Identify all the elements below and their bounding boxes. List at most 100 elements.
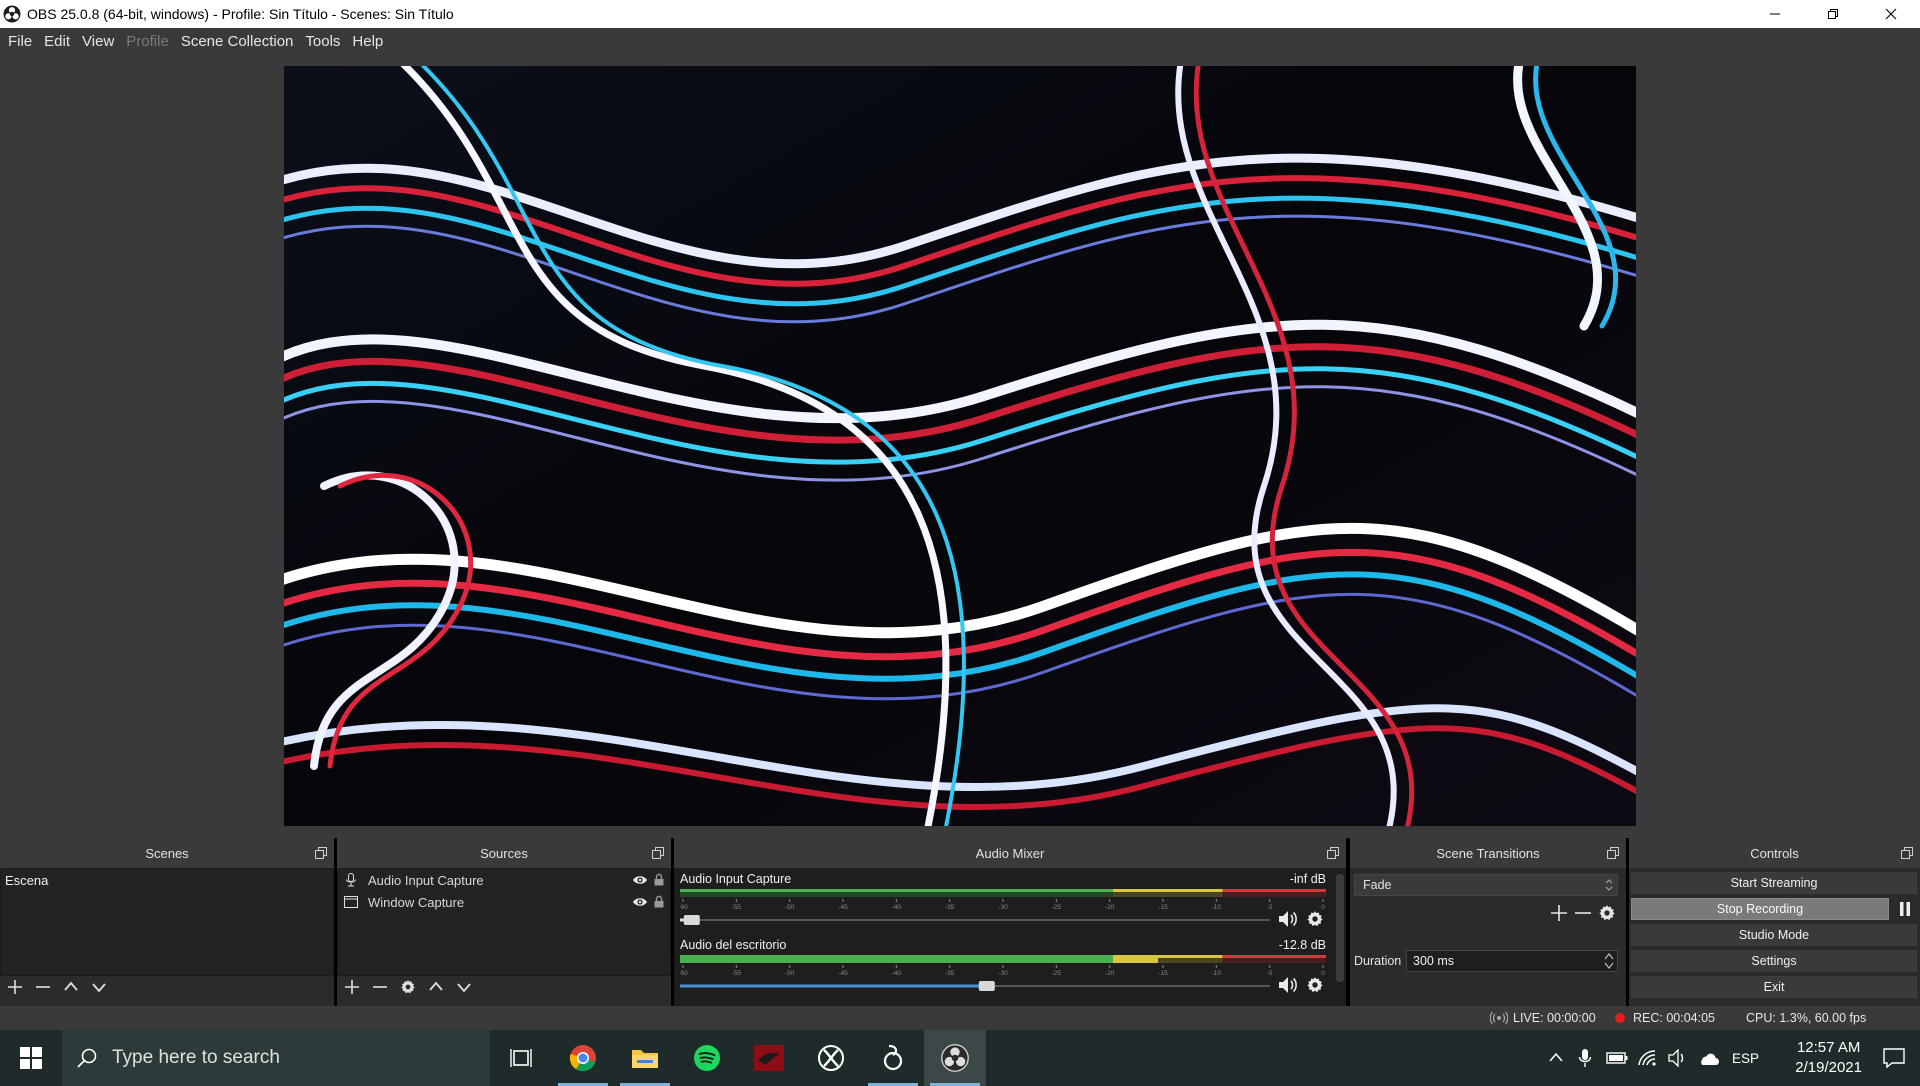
add-scene-button[interactable]: [4, 976, 26, 998]
speaker-icon[interactable]: [1278, 976, 1298, 994]
move-source-down-button[interactable]: [453, 976, 475, 998]
scale-label: -30: [998, 970, 1008, 975]
remove-source-button[interactable]: [369, 976, 391, 998]
clock-date: 2/19/2021: [1795, 1059, 1862, 1076]
taskbar-spotify[interactable]: [676, 1030, 738, 1086]
undock-icon[interactable]: [1326, 846, 1340, 860]
gear-icon[interactable]: [1598, 904, 1616, 922]
menu-edit[interactable]: Edit: [38, 28, 76, 55]
eye-icon[interactable]: [632, 896, 648, 908]
taskbar-clock[interactable]: 12:57 AM 2/19/2021: [1795, 1038, 1862, 1078]
sources-title: Sources: [480, 845, 528, 861]
eye-icon[interactable]: [632, 874, 648, 886]
remove-scene-button[interactable]: [32, 976, 54, 998]
onedrive-cloud-icon[interactable]: [1698, 1050, 1720, 1066]
scene-list[interactable]: Escena: [0, 868, 334, 976]
mixer-scrollbar[interactable]: [1336, 874, 1344, 982]
menu-scene-collection[interactable]: Scene Collection: [175, 28, 300, 55]
move-scene-down-button[interactable]: [88, 976, 110, 998]
scene-item[interactable]: Escena: [1, 869, 333, 891]
stop-recording-button[interactable]: Stop Recording: [1631, 898, 1889, 920]
move-source-up-button[interactable]: [425, 976, 447, 998]
scale-label: -55: [732, 970, 742, 975]
transition-select[interactable]: Fade: [1354, 874, 1618, 896]
start-streaming-button[interactable]: Start Streaming: [1631, 872, 1917, 894]
program-preview[interactable]: [284, 66, 1636, 826]
scale-label: -45: [838, 970, 848, 975]
chrome-icon: [569, 1045, 596, 1072]
rec-status: REC: 00:04:05: [1614, 1011, 1715, 1025]
action-center-button[interactable]: [1868, 1030, 1920, 1086]
window-icon: [344, 896, 358, 908]
menu-help[interactable]: Help: [346, 28, 389, 55]
clock-time: 12:57 AM: [1796, 1039, 1861, 1056]
plus-icon[interactable]: [1550, 904, 1568, 922]
undock-icon[interactable]: [314, 846, 328, 860]
meter-peak-yellow: [1112, 889, 1223, 892]
taskbar-chrome[interactable]: [552, 1030, 614, 1086]
chevron-up-icon[interactable]: [1548, 1050, 1564, 1066]
channel-name: Audio Input Capture: [680, 872, 792, 886]
taskbar-red-app[interactable]: [738, 1030, 800, 1086]
transitions-header: Scene Transitions: [1350, 838, 1626, 868]
gear-icon[interactable]: [1306, 910, 1324, 928]
volume-slider[interactable]: [680, 980, 1270, 992]
speaker-icon[interactable]: [1278, 910, 1298, 928]
volume-slider[interactable]: [680, 914, 1270, 926]
lock-icon[interactable]: [654, 873, 664, 886]
menu-file[interactable]: File: [2, 28, 38, 55]
duration-input[interactable]: 300 ms: [1406, 950, 1618, 972]
db-scale: -60-55-50-45-40-35-30-25-20-15-10-50: [680, 899, 1325, 909]
menu-profile[interactable]: Profile: [120, 28, 175, 55]
minimize-button[interactable]: [1746, 0, 1804, 28]
exit-button[interactable]: Exit: [1631, 976, 1917, 998]
mixer-channel: Audio Input Capture -inf dB -60-55-50-45…: [680, 868, 1332, 932]
taskbar-tweaks-app[interactable]: [862, 1030, 924, 1086]
start-button[interactable]: [0, 1030, 62, 1086]
wifi-icon[interactable]: [1638, 1050, 1658, 1066]
meter-peak-red: [1222, 955, 1326, 958]
battery-icon[interactable]: [1606, 1051, 1628, 1065]
duration-label: Duration: [1354, 954, 1402, 968]
taskbar-search-box[interactable]: Type here to search: [62, 1030, 490, 1086]
close-button[interactable]: [1862, 0, 1920, 28]
studio-mode-button[interactable]: Studio Mode: [1631, 924, 1917, 946]
task-view-button[interactable]: [490, 1030, 552, 1086]
undock-icon[interactable]: [651, 846, 665, 860]
taskbar-file-explorer[interactable]: [614, 1030, 676, 1086]
volume-icon[interactable]: [1668, 1049, 1688, 1067]
source-properties-button[interactable]: [397, 976, 419, 998]
scenes-toolbar: [0, 974, 110, 1000]
move-scene-up-button[interactable]: [60, 976, 82, 998]
title-bar: OBS 25.0.8 (64-bit, windows) - Profile: …: [0, 0, 1920, 28]
input-language[interactable]: ESP: [1732, 1051, 1759, 1066]
minus-icon[interactable]: [1574, 904, 1592, 922]
settings-button[interactable]: Settings: [1631, 950, 1917, 972]
undock-icon[interactable]: [1900, 846, 1914, 860]
microphone-icon[interactable]: [1578, 1048, 1592, 1068]
red-app-icon: [754, 1045, 784, 1071]
source-item[interactable]: Window Capture: [338, 891, 670, 913]
source-list[interactable]: Audio Input Capture Window Capture: [337, 868, 671, 976]
undock-icon[interactable]: [1606, 846, 1620, 860]
pause-recording-button[interactable]: [1894, 898, 1916, 920]
menu-view[interactable]: View: [76, 28, 120, 55]
lock-icon[interactable]: [654, 895, 664, 908]
taskbar-xbox[interactable]: [800, 1030, 862, 1086]
controls-title: Controls: [1750, 845, 1799, 861]
pause-icon: [1900, 902, 1910, 916]
spin-arrows-icon[interactable]: [1603, 952, 1615, 970]
preview-area: [0, 55, 1920, 838]
menu-tools[interactable]: Tools: [299, 28, 346, 55]
add-source-button[interactable]: [341, 976, 363, 998]
mixer-body: Audio Input Capture -inf dB -60-55-50-45…: [674, 868, 1346, 1006]
preview-abstract-image: [284, 66, 1636, 826]
scenes-header: Scenes: [0, 838, 334, 868]
scale-label: 0: [1321, 970, 1325, 975]
scenes-title: Scenes: [145, 845, 189, 861]
gear-icon[interactable]: [1306, 976, 1324, 994]
source-item[interactable]: Audio Input Capture: [338, 869, 670, 891]
taskbar-obs[interactable]: [924, 1030, 986, 1086]
maximize-button[interactable]: [1804, 0, 1862, 28]
scale-label: -40: [892, 904, 902, 909]
